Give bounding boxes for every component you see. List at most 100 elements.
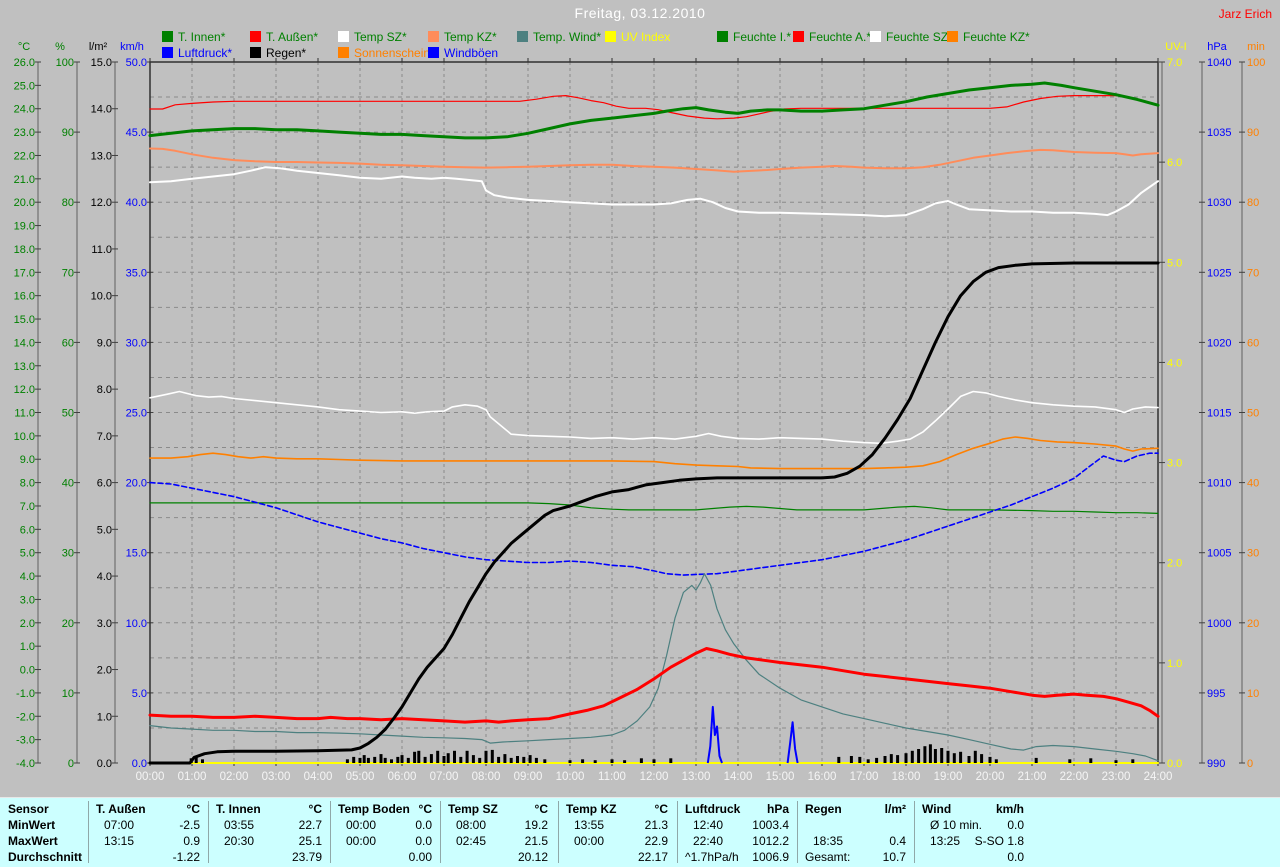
svg-text:70: 70: [1247, 267, 1259, 279]
svg-text:4.0: 4.0: [1167, 357, 1182, 369]
svg-text:km/h: km/h: [120, 41, 144, 53]
table-header-temp-kz: Temp KZ: [566, 802, 617, 816]
svg-text:24:00: 24:00: [1144, 771, 1173, 783]
table-separator: [440, 801, 441, 863]
svg-text:80: 80: [1247, 197, 1259, 209]
table-header-unit: °C: [186, 802, 200, 816]
svg-text:7.0: 7.0: [1167, 57, 1182, 69]
svg-text:995: 995: [1207, 688, 1225, 700]
svg-text:60: 60: [1247, 337, 1259, 349]
table-separator: [677, 801, 678, 863]
table-cell-time: 02:45: [456, 834, 487, 848]
table-header-temp-boden: Temp Boden: [338, 802, 410, 816]
svg-text:30: 30: [62, 548, 74, 560]
table-cell-value: 23.79: [291, 850, 322, 864]
rain-bars: [189, 744, 1135, 763]
svg-text:22:00: 22:00: [1060, 771, 1089, 783]
table-row-label: MinWert: [8, 818, 56, 832]
table-cell-value: 21.5: [524, 834, 548, 848]
table-cell-value: -1.22: [172, 850, 200, 864]
svg-text:7.0: 7.0: [20, 501, 35, 513]
svg-text:00:00: 00:00: [136, 771, 165, 783]
svg-text:5.0: 5.0: [1167, 257, 1182, 269]
table-cell-value: 0.0: [1007, 818, 1024, 832]
svg-text:8.0: 8.0: [20, 478, 35, 490]
table-cell-value: 0.4: [889, 834, 906, 848]
table-cell-time: ^1.7hPa/h: [685, 850, 739, 864]
svg-text:70: 70: [62, 267, 74, 279]
table-cell-time: 13:55: [574, 818, 605, 832]
svg-text:20:00: 20:00: [976, 771, 1005, 783]
table-cell-time: 07:00: [104, 818, 135, 832]
table-cell-value: 1006.9: [752, 850, 789, 864]
svg-text:90: 90: [62, 127, 74, 139]
svg-text:3.0: 3.0: [1167, 458, 1182, 470]
svg-text:18:00: 18:00: [892, 771, 921, 783]
svg-text:80: 80: [62, 197, 74, 209]
svg-text:-1.0: -1.0: [16, 688, 35, 700]
table-header-temp-sz: Temp SZ: [448, 802, 498, 816]
svg-text:1005: 1005: [1207, 548, 1231, 560]
svg-text:40: 40: [1247, 478, 1259, 490]
table-cell-value: 10.7: [882, 850, 906, 864]
table-separator: [914, 801, 915, 863]
svg-text:23:00: 23:00: [1102, 771, 1131, 783]
svg-text:15:00: 15:00: [766, 771, 795, 783]
svg-text:8.0: 8.0: [97, 384, 112, 396]
svg-text:15.0: 15.0: [14, 314, 35, 326]
table-cell-value: 21.3: [644, 818, 668, 832]
table-header-wind: Wind: [922, 802, 952, 816]
table-header-regen: Regen: [805, 802, 842, 816]
svg-text:-3.0: -3.0: [16, 735, 35, 747]
table-cell-time: 12:40: [693, 818, 724, 832]
svg-text:17:00: 17:00: [850, 771, 879, 783]
svg-text:09:00: 09:00: [514, 771, 543, 783]
svg-text:90: 90: [1247, 127, 1259, 139]
table-cell-time: 20:30: [224, 834, 255, 848]
svg-text:10.0: 10.0: [126, 618, 147, 630]
svg-text:100: 100: [56, 57, 74, 69]
svg-text:22.0: 22.0: [14, 150, 35, 162]
table-row-label: Sensor: [8, 802, 49, 816]
svg-text:5.0: 5.0: [132, 688, 147, 700]
svg-text:21:00: 21:00: [1018, 771, 1047, 783]
svg-text:16:00: 16:00: [808, 771, 837, 783]
right-axis-min: min1009080706050403020100: [1239, 41, 1265, 770]
svg-text:03:00: 03:00: [262, 771, 291, 783]
svg-text:40.0: 40.0: [126, 197, 147, 209]
svg-text:0.0: 0.0: [1167, 758, 1182, 770]
svg-text:2.0: 2.0: [20, 618, 35, 630]
svg-text:01:00: 01:00: [178, 771, 207, 783]
svg-text:12.0: 12.0: [91, 197, 112, 209]
table-cell-time: 00:00: [574, 834, 605, 848]
svg-text:9.0: 9.0: [20, 454, 35, 466]
svg-text:17.0: 17.0: [14, 267, 35, 279]
svg-text:2.0: 2.0: [1167, 558, 1182, 570]
table-cell-time: Ø 10 min.: [930, 818, 983, 832]
svg-text:10.0: 10.0: [91, 291, 112, 303]
svg-text:11.0: 11.0: [91, 244, 112, 256]
svg-text:26.0: 26.0: [14, 57, 35, 69]
svg-text:10:00: 10:00: [556, 771, 585, 783]
svg-text:hPa: hPa: [1207, 41, 1227, 53]
svg-text:5.0: 5.0: [97, 524, 112, 536]
svg-text:1015: 1015: [1207, 408, 1231, 420]
right-axis-hpa: hPa 1040 1035 1030 1025 1020 1015 1010 1005 1000 9…: [1199, 41, 1231, 770]
svg-text:14.0: 14.0: [14, 337, 35, 349]
svg-text:1020: 1020: [1207, 337, 1231, 349]
svg-text:20: 20: [1247, 618, 1259, 630]
weather-chart: °C 26.0 25.0 24.0 23.0 22.0 21.0 20.0 19.0 18.0 17…: [14, 41, 1266, 783]
axis-scales: °C 26.0 25.0 24.0 23.0 22.0 21.0 20.0 19.0 18.0 17…: [14, 41, 1266, 770]
svg-text:-4.0: -4.0: [16, 758, 35, 770]
table-cell-value: 1003.4: [752, 818, 789, 832]
svg-text:25.0: 25.0: [14, 80, 35, 92]
svg-text:10: 10: [1247, 688, 1259, 700]
svg-text:1000: 1000: [1207, 618, 1231, 630]
svg-text:0.0: 0.0: [20, 665, 35, 677]
svg-text:1.0: 1.0: [97, 711, 112, 723]
table-cell-value: 0.00: [408, 850, 432, 864]
svg-text:16.0: 16.0: [14, 291, 35, 303]
table-cell-value: 0.0: [415, 834, 432, 848]
table-separator: [88, 801, 89, 863]
svg-text:3.0: 3.0: [97, 618, 112, 630]
